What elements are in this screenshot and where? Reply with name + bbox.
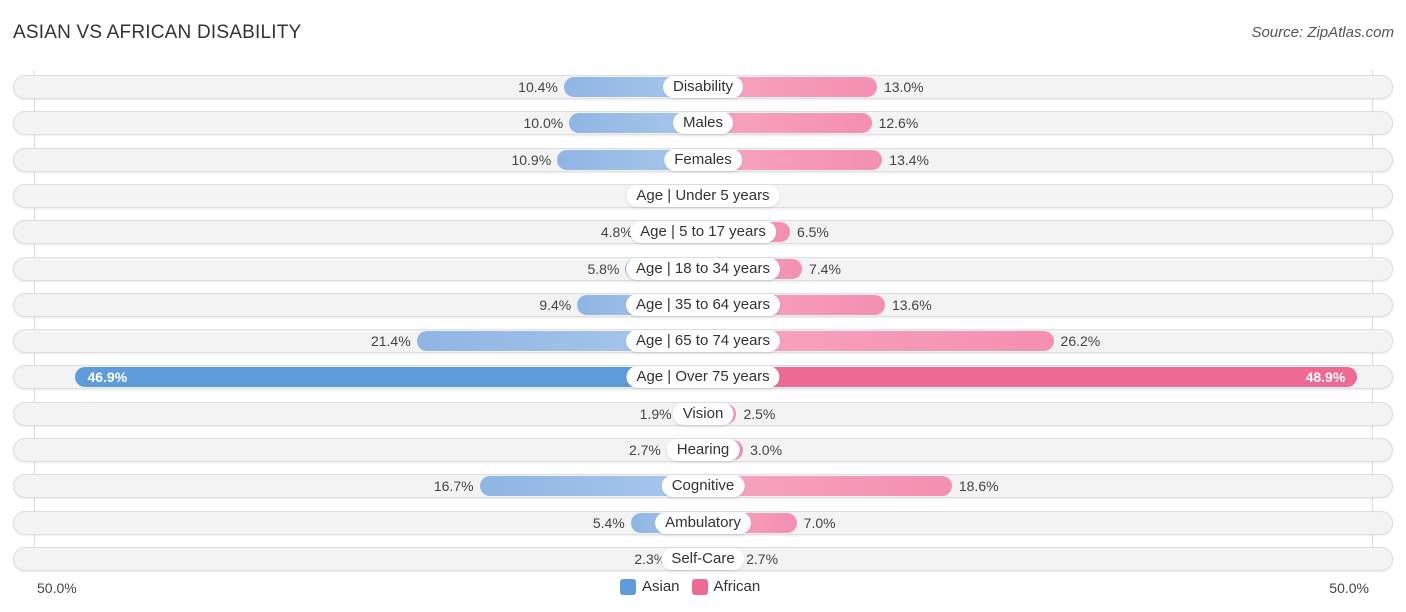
category-label: Age | 35 to 64 years — [626, 293, 780, 316]
category-label: Cognitive — [661, 475, 745, 498]
category-label: Ambulatory — [655, 511, 751, 534]
value-label-african: 48.9% — [1305, 369, 1346, 386]
value-label-african: 18.6% — [958, 478, 999, 495]
axis-label-left: 50.0% — [37, 580, 77, 596]
value-label-asian: 46.9% — [87, 369, 128, 386]
value-label-asian: 21.4% — [370, 333, 411, 350]
legend-label-african: African — [713, 578, 761, 595]
legend: Asian African — [620, 578, 772, 595]
category-label: Age | 18 to 34 years — [626, 257, 780, 280]
value-label-african: 13.0% — [883, 79, 924, 95]
value-label-asian: 1.9% — [639, 405, 672, 422]
axis-label-right: 50.0% — [1329, 580, 1369, 596]
value-label-asian: 2.7% — [628, 442, 661, 458]
value-label-asian: 10.4% — [518, 79, 558, 95]
value-label-asian: 4.8% — [600, 224, 633, 241]
value-label-african: 13.6% — [891, 296, 932, 313]
value-label-african: 2.5% — [743, 405, 776, 422]
value-label-asian: 16.7% — [433, 478, 474, 495]
category-label: Males — [672, 112, 734, 135]
legend-item-african[interactable]: African — [691, 578, 761, 595]
bar-asian[interactable] — [75, 367, 703, 388]
category-label: Self-Care — [661, 547, 745, 570]
legend-label-asian: Asian — [642, 578, 680, 595]
category-label: Females — [664, 148, 742, 171]
value-label-african: 26.2% — [1060, 333, 1101, 350]
bar-african[interactable] — [703, 367, 1358, 388]
category-label: Age | Over 75 years — [626, 366, 780, 389]
value-label-african: 6.5% — [796, 224, 829, 241]
value-label-african: 7.0% — [803, 514, 836, 531]
chart-area: 10.4% 13.0% Disability 10.0% 12.6% Males 10.9%… — [0, 0, 1406, 612]
value-label-asian: 5.8% — [587, 260, 620, 277]
value-label-african: 3.0% — [750, 442, 783, 458]
category-label: Vision — [672, 402, 734, 425]
category-label: Disability — [662, 76, 744, 98]
value-label-african: 13.4% — [889, 151, 929, 168]
category-label: Age | Under 5 years — [626, 184, 780, 207]
legend-swatch-asian — [620, 578, 636, 595]
value-label-african: 7.4% — [809, 260, 841, 277]
value-label-asian: 10.9% — [511, 151, 552, 168]
category-label: Age | 65 to 74 years — [626, 330, 780, 353]
value-label-asian: 9.4% — [539, 296, 572, 313]
legend-swatch-african — [691, 578, 708, 595]
value-label-african: 2.7% — [746, 550, 779, 567]
category-label: Hearing — [666, 439, 740, 461]
category-label: Age | 5 to 17 years — [630, 221, 776, 244]
value-label-asian: 10.0% — [523, 115, 564, 132]
value-label-african: 12.6% — [878, 115, 919, 132]
legend-item-asian[interactable]: Asian — [620, 578, 680, 595]
value-label-asian: 5.4% — [592, 514, 625, 531]
